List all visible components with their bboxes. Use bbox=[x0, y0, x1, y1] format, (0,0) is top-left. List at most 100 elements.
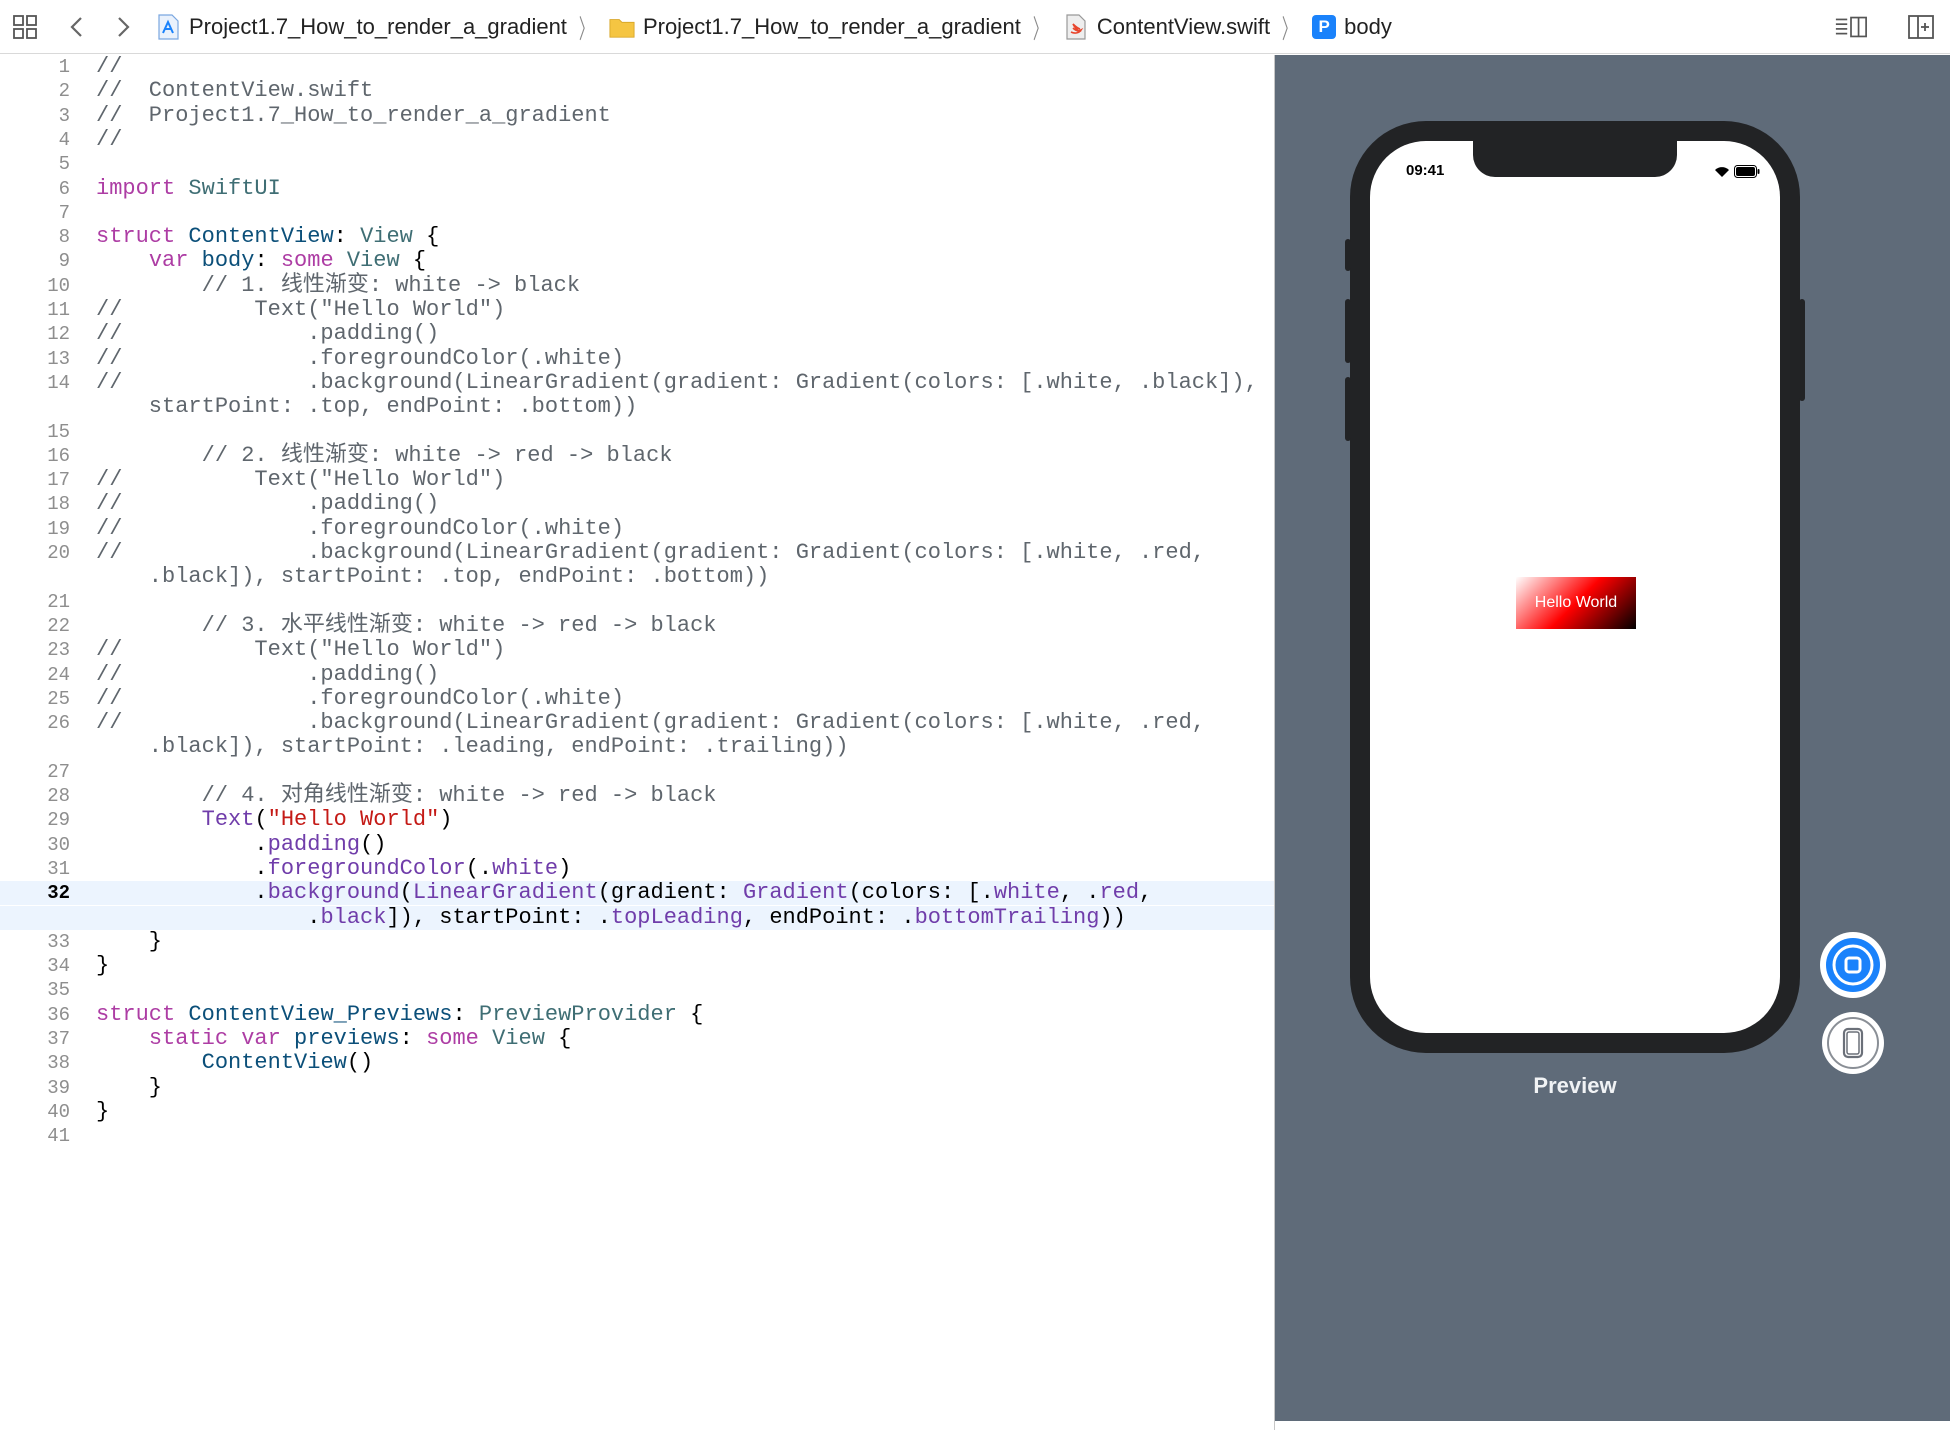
notch bbox=[1473, 141, 1677, 177]
code-line[interactable]: 29 Text("Hello World") bbox=[0, 807, 1274, 832]
code-line[interactable]: 24 // .padding() bbox=[0, 661, 1274, 687]
code-text: // bbox=[96, 126, 123, 152]
related-items-icon[interactable] bbox=[8, 10, 42, 44]
editor-jump-bar: Project1.7_How_to_render_a_gradient 〉 Pr… bbox=[0, 0, 1950, 54]
code-text: // Text("Hello World") bbox=[96, 467, 506, 493]
code-line[interactable]: 40} bbox=[0, 1098, 1274, 1124]
breadcrumb: Project1.7_How_to_render_a_gradient 〉 Pr… bbox=[155, 0, 1392, 54]
code-text: // .foregroundColor(.white) bbox=[96, 345, 625, 371]
code-text: } bbox=[96, 953, 110, 979]
source-editor[interactable]: 1 // 2 // ContentView.swift 3 // Project1.7_H… bbox=[0, 54, 1274, 1430]
back-arrow-icon[interactable] bbox=[60, 10, 94, 44]
code-text: // Text("Hello World") bbox=[96, 297, 506, 322]
code-text: // .padding() bbox=[96, 321, 440, 347]
folder-icon bbox=[609, 14, 635, 40]
code-line[interactable]: 16 // 2. 线性渐变: white -> red -> black bbox=[0, 443, 1274, 468]
line-number: 18 bbox=[47, 493, 70, 516]
code-line[interactable]: 3 // Project1.7_How_to_render_a_gradient bbox=[0, 102, 1274, 128]
code-line[interactable]: 20 // .background(LinearGradient(gradient… bbox=[0, 540, 1274, 565]
code-line[interactable]: 37 static var previews: some View { bbox=[0, 1026, 1274, 1051]
breadcrumb-file[interactable]: ContentView.swift bbox=[1063, 14, 1270, 40]
line-number: 29 bbox=[47, 809, 70, 832]
code-line[interactable]: 25 // .foregroundColor(.white) bbox=[0, 686, 1274, 711]
code-line[interactable]: 13 // .foregroundColor(.white) bbox=[0, 345, 1274, 371]
hello-world-text[interactable]: Hello World bbox=[1516, 577, 1636, 629]
code-line[interactable]: 35 bbox=[0, 978, 1274, 1002]
code-line[interactable]: 15 bbox=[0, 420, 1274, 444]
breadcrumb-label: Project1.7_How_to_render_a_gradient bbox=[642, 14, 1021, 39]
code-line[interactable]: 34} bbox=[0, 953, 1274, 979]
add-editor-icon[interactable] bbox=[1904, 10, 1938, 44]
code-line[interactable]: 23 // Text("Hello World") bbox=[0, 638, 1274, 662]
code-text: .black]), startPoint: .top, endPoint: .b… bbox=[96, 564, 770, 590]
mute-switch bbox=[1345, 239, 1351, 271]
volume-up-button bbox=[1345, 299, 1351, 363]
code-line[interactable]: 8 struct ContentView: View { bbox=[0, 224, 1274, 249]
code-line[interactable]: .black]), startPoint: .leading, endPoint… bbox=[0, 735, 1274, 759]
code-line[interactable]: 14 // .background(LinearGradient(gradient… bbox=[0, 369, 1274, 395]
code-line[interactable]: 39 } bbox=[0, 1075, 1274, 1100]
code-line[interactable]: 31 .foregroundColor(.white) bbox=[0, 855, 1274, 881]
code-text: // .padding() bbox=[96, 661, 440, 687]
code-line[interactable]: 26 // .background(LinearGradient(gradient… bbox=[0, 710, 1274, 735]
code-line[interactable]: 10 // 1. 线性渐变: white -> black bbox=[0, 273, 1274, 298]
live-preview-button[interactable] bbox=[1820, 932, 1886, 998]
code-line[interactable]: 1 // bbox=[0, 54, 1274, 79]
chevron-right-icon: 〉 bbox=[578, 13, 594, 44]
code-text: // 3. 水平线性渐变: white -> red -> black bbox=[96, 612, 717, 638]
code-line[interactable]: 19 // .foregroundColor(.white) bbox=[0, 516, 1274, 541]
code-line[interactable]: 30 .padding() bbox=[0, 832, 1274, 857]
code-line[interactable]: startPoint: .top, endPoint: .bottom)) bbox=[0, 395, 1274, 419]
code-text: .black]), startPoint: .leading, endPoint… bbox=[96, 734, 849, 760]
line-number: 10 bbox=[47, 274, 70, 297]
play-live-icon bbox=[1826, 938, 1880, 992]
code-line[interactable]: 36 struct ContentView_Previews: PreviewPr… bbox=[0, 1002, 1274, 1027]
wifi-icon bbox=[1714, 165, 1730, 183]
code-line[interactable]: 5 bbox=[0, 152, 1274, 176]
code-line[interactable]: 18 // .padding() bbox=[0, 492, 1274, 516]
code-text: // .background(LinearGradient(gradient: … bbox=[96, 369, 1258, 395]
code-line[interactable]: 21 bbox=[0, 590, 1274, 614]
forward-arrow-icon[interactable] bbox=[106, 10, 140, 44]
breadcrumb-label: Project1.7_How_to_render_a_gradient bbox=[189, 14, 567, 39]
breadcrumb-label: body bbox=[1344, 14, 1392, 39]
breadcrumb-project[interactable]: Project1.7_How_to_render_a_gradient bbox=[155, 14, 567, 40]
device-screen: 09:41 Hello World bbox=[1370, 141, 1780, 1033]
breadcrumb-folder[interactable]: Project1.7_How_to_render_a_gradient bbox=[609, 14, 1021, 40]
line-number: 24 bbox=[47, 663, 70, 686]
code-line[interactable]: 32 .background(LinearGradient(gradient: … bbox=[0, 880, 1274, 906]
line-number: 27 bbox=[47, 760, 70, 783]
code-line[interactable]: 9 var body: some View { bbox=[0, 248, 1274, 274]
code-line[interactable]: 33 } bbox=[0, 928, 1274, 954]
line-number: 6 bbox=[58, 177, 70, 200]
code-line[interactable]: 41 bbox=[0, 1124, 1274, 1148]
code-text: .black]), startPoint: .topLeading, endPo… bbox=[96, 904, 1126, 930]
code-text: var body: some View { bbox=[148, 248, 427, 274]
code-text: } bbox=[96, 1098, 110, 1124]
code-text: } bbox=[96, 928, 163, 954]
code-text: .foregroundColor(.white) bbox=[96, 855, 572, 881]
code-line[interactable]: .black]), startPoint: .topLeading, endPo… bbox=[0, 904, 1274, 930]
code-text: // Project1.7_How_to_render_a_gradient bbox=[96, 102, 611, 128]
code-line[interactable]: 27 bbox=[0, 760, 1274, 784]
line-number: 31 bbox=[47, 857, 70, 880]
code-line[interactable]: 22 // 3. 水平线性渐变: white -> red -> black bbox=[0, 612, 1274, 638]
editor-options-icon[interactable] bbox=[1834, 10, 1868, 44]
preview-on-device-button[interactable] bbox=[1822, 1012, 1884, 1074]
code-line[interactable]: 2 // ContentView.swift bbox=[0, 79, 1274, 103]
code-line[interactable]: 28 // 4. 对角线性渐变: white -> red -> black bbox=[0, 783, 1274, 808]
battery-icon bbox=[1734, 165, 1760, 183]
line-number: 28 bbox=[47, 785, 70, 807]
code-line[interactable]: 4 // bbox=[0, 126, 1274, 152]
code-line[interactable]: .black]), startPoint: .top, endPoint: .b… bbox=[0, 565, 1274, 589]
code-line[interactable]: 7 bbox=[0, 201, 1274, 225]
code-line[interactable]: 17 // Text("Hello World") bbox=[0, 467, 1274, 493]
code-line[interactable]: 6 import SwiftUI bbox=[0, 176, 1274, 201]
code-line[interactable]: 38 ContentView() bbox=[0, 1050, 1274, 1075]
code-line[interactable]: 11 // Text("Hello World") bbox=[0, 297, 1274, 322]
device-frame: 09:41 Hello World bbox=[1345, 121, 1805, 1053]
code-line[interactable]: 12 // .padding() bbox=[0, 322, 1274, 346]
line-number: 36 bbox=[47, 1003, 70, 1026]
preview-label: Preview bbox=[1533, 1073, 1617, 1098]
breadcrumb-symbol[interactable]: P body bbox=[1312, 14, 1392, 40]
